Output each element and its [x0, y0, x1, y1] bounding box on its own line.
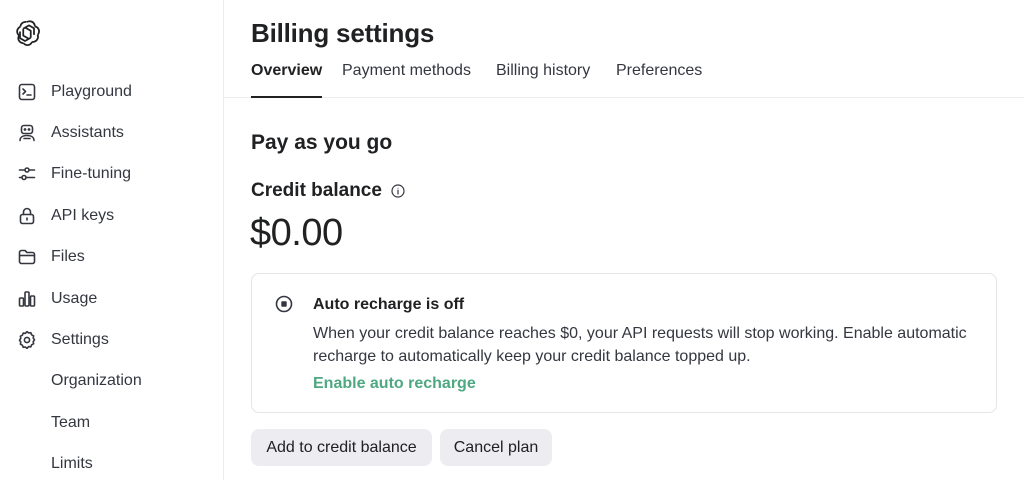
credit-balance-heading: Credit balance	[251, 180, 405, 202]
sidebar-item-label: Limits	[51, 455, 93, 473]
auto-recharge-description: When your credit balance reaches $0, you…	[313, 325, 967, 365]
info-icon[interactable]	[391, 184, 405, 198]
sidebar-item-label: Assistants	[51, 124, 124, 142]
sidebar-item-label: Usage	[51, 289, 98, 307]
main-content: Billing settings Overview Payment method…	[224, 0, 1024, 480]
sidebar-item-label: API keys	[51, 206, 115, 224]
sidebar-item-label: Files	[51, 248, 85, 266]
enable-auto-recharge-link[interactable]: Enable auto recharge	[313, 375, 476, 393]
folder-icon	[16, 246, 38, 268]
credit-balance-label: Credit balance	[251, 180, 382, 201]
sidebar-item-files[interactable]: Files	[0, 237, 223, 278]
stop-circle-icon	[275, 295, 293, 313]
sidebar-item-label: Organization	[51, 372, 142, 390]
tab-bar: Overview Payment methods Billing history…	[224, 58, 1024, 98]
lock-icon	[16, 205, 38, 227]
auto-recharge-card: Auto recharge is off When your credit ba…	[251, 273, 997, 413]
cancel-plan-button[interactable]: Cancel plan	[440, 429, 552, 466]
sidebar-item-settings[interactable]: Settings	[0, 319, 223, 360]
sidebar-item-playground[interactable]: Playground	[0, 71, 223, 112]
terminal-icon	[16, 81, 38, 103]
page-title: Billing settings	[251, 18, 435, 48]
sidebar-subitem-team[interactable]: Team	[0, 402, 223, 443]
sidebar-subitem-limits[interactable]: Limits	[0, 444, 223, 480]
sidebar-subitem-organization[interactable]: Organization	[0, 361, 223, 402]
credit-balance-value: $0.00	[250, 212, 343, 254]
plan-title: Pay as you go	[251, 131, 393, 154]
sidebar-item-usage[interactable]: Usage	[0, 278, 223, 319]
sidebar-nav: Playground Assistants Fine-tuning API ke…	[0, 71, 223, 480]
tab-billing-history[interactable]: Billing history	[496, 62, 590, 98]
tab-preferences[interactable]: Preferences	[616, 62, 702, 98]
gear-icon	[16, 329, 38, 351]
sliders-icon	[16, 163, 38, 185]
sidebar-item-assistants[interactable]: Assistants	[0, 112, 223, 153]
auto-recharge-title: Auto recharge is off	[313, 296, 465, 313]
sidebar-item-label: Team	[51, 413, 91, 431]
sidebar-item-label: Fine-tuning	[51, 165, 132, 183]
add-to-credit-balance-button[interactable]: Add to credit balance	[251, 429, 432, 466]
tab-payment-methods[interactable]: Payment methods	[342, 62, 471, 98]
sidebar-item-fine-tuning[interactable]: Fine-tuning	[0, 154, 223, 195]
robot-icon	[16, 122, 38, 144]
sidebar-item-api-keys[interactable]: API keys	[0, 195, 223, 236]
sidebar-item-label: Playground	[51, 82, 132, 100]
bar-chart-icon	[16, 288, 38, 310]
sidebar-item-label: Settings	[51, 331, 109, 349]
tab-overview[interactable]: Overview	[251, 62, 323, 98]
sidebar: Playground Assistants Fine-tuning API ke…	[0, 0, 224, 480]
openai-logo-icon[interactable]	[12, 18, 42, 48]
